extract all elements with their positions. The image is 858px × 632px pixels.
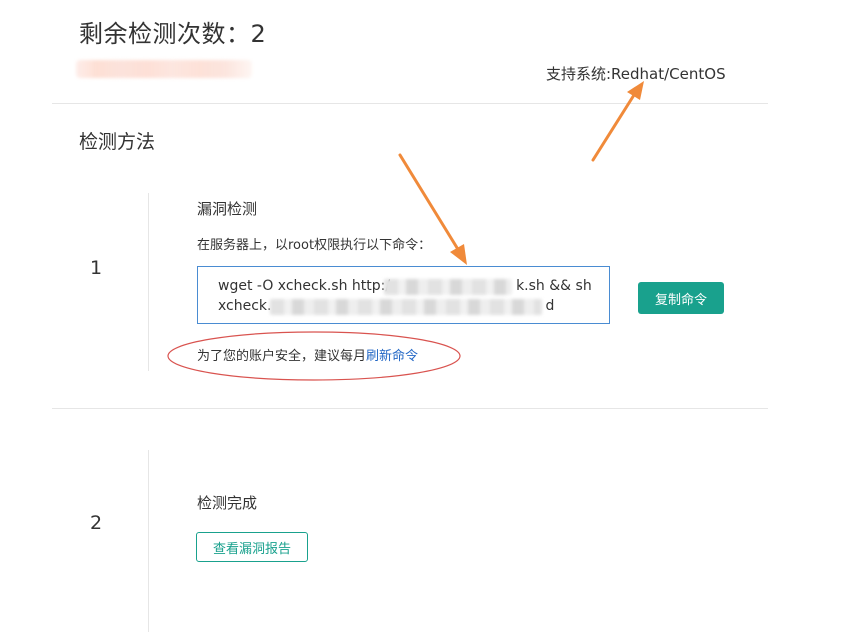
step-1-number: 1 xyxy=(90,257,103,279)
step-2-number: 2 xyxy=(90,512,103,534)
step-1-description: 在服务器上，以root权限执行以下命令： xyxy=(197,238,432,253)
step-divider xyxy=(52,408,768,409)
supported-systems-label: 支持系统:Redhat/CentOS xyxy=(546,65,726,83)
step-1-timeline-line xyxy=(148,193,149,371)
redacted-command-args xyxy=(270,299,542,315)
step-1-title: 漏洞检测 xyxy=(197,200,258,218)
step-2-timeline-line xyxy=(148,450,149,632)
remaining-checks-title: 剩余检测次数：2 xyxy=(79,14,266,49)
copy-command-button[interactable]: 复制命令 xyxy=(638,282,724,314)
refresh-command-link[interactable]: 刷新命令 xyxy=(366,349,418,364)
arrow-to-system-icon xyxy=(591,81,644,162)
redacted-account-info xyxy=(76,60,252,78)
header-divider xyxy=(52,103,768,104)
security-note: 为了您的账户安全，建议每月刷新命令 xyxy=(197,349,419,364)
view-report-button[interactable]: 查看漏洞报告 xyxy=(196,532,308,562)
remaining-checks-label: 剩余检测次数： xyxy=(79,20,251,48)
remaining-checks-count: 2 xyxy=(250,20,267,48)
redacted-url xyxy=(384,279,512,295)
step-2-title: 检测完成 xyxy=(197,494,258,512)
section-title: 检测方法 xyxy=(79,131,156,153)
command-textbox[interactable]: wget -O xcheck.sh http:/k.sh && sh xchec… xyxy=(197,266,610,324)
